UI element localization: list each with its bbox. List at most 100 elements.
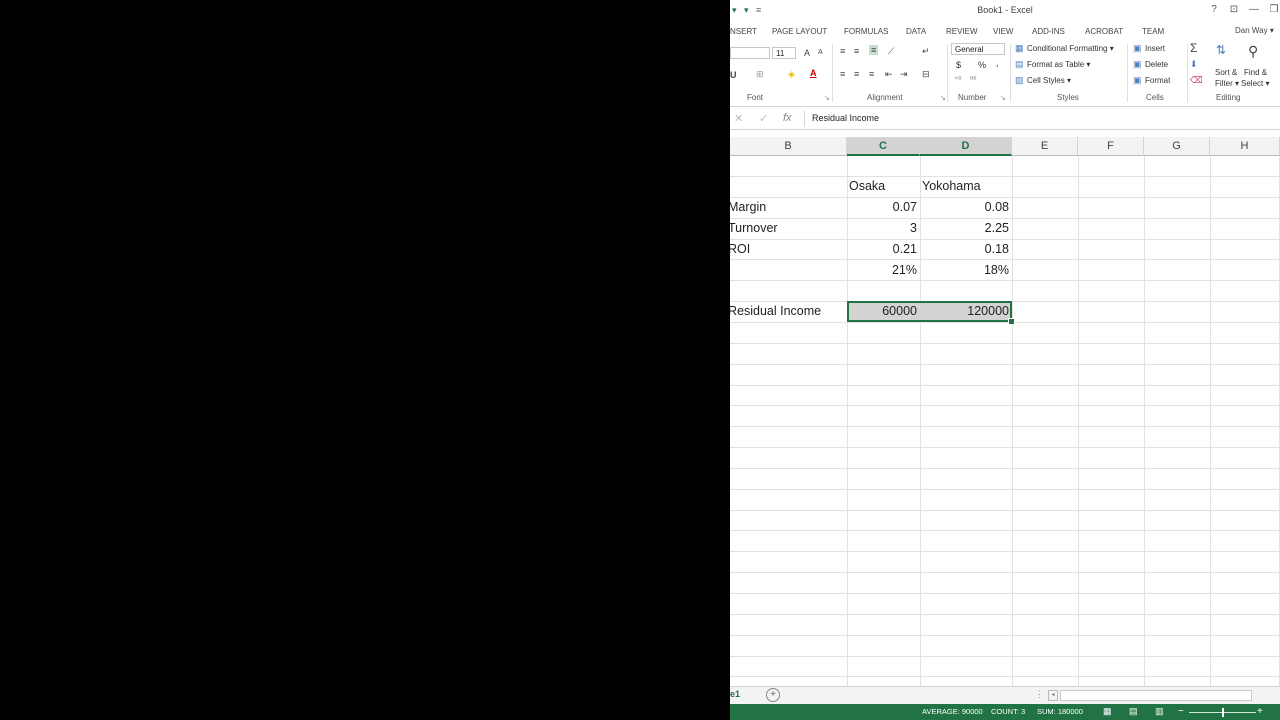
comma-style-button[interactable]: , xyxy=(996,58,999,68)
insert-function-icon[interactable]: fx xyxy=(783,112,792,124)
user-account[interactable]: Dan Way ▾ xyxy=(1235,26,1274,35)
cell-d-roi[interactable]: 0.18 xyxy=(920,239,1012,259)
orientation-icon[interactable]: ⟋ xyxy=(888,46,894,57)
alignment-dialog-launcher-icon[interactable]: ↘ xyxy=(940,94,946,102)
conditional-formatting-button[interactable]: Conditional Formatting ▾ xyxy=(1027,44,1114,53)
align-left-icon[interactable]: ≡ xyxy=(840,69,845,79)
decrease-indent-icon[interactable]: ⇤ xyxy=(885,69,893,80)
autosum-icon[interactable]: Σ xyxy=(1190,41,1197,55)
align-bottom-icon[interactable]: ≡ xyxy=(869,45,879,55)
increase-decimal-button[interactable]: ⁺⁰ xyxy=(954,75,961,84)
zoom-in-button[interactable]: + xyxy=(1257,706,1263,717)
tab-view[interactable]: VIEW xyxy=(993,27,1013,36)
cancel-icon[interactable]: ✕ xyxy=(734,112,743,125)
find-select-label-2[interactable]: Select ▾ xyxy=(1241,79,1269,88)
borders-icon[interactable]: ⊞ xyxy=(756,69,764,80)
shrink-font-icon[interactable]: A xyxy=(818,49,823,56)
font-color-icon[interactable]: A xyxy=(810,68,817,78)
ribbon-display-options-icon[interactable]: ⊡ xyxy=(1227,4,1241,15)
normal-view-icon[interactable]: ▦ xyxy=(1103,706,1112,717)
sort-filter-label-2[interactable]: Filter ▾ xyxy=(1215,79,1239,88)
insert-cells-button[interactable]: Insert xyxy=(1145,44,1165,53)
cell-b-roi[interactable]: ROI xyxy=(730,239,847,259)
zoom-out-button[interactable]: − xyxy=(1178,706,1184,717)
column-header-h[interactable]: H xyxy=(1210,137,1280,156)
cell-b-margin[interactable]: Margin xyxy=(730,197,847,217)
minimize-button[interactable]: — xyxy=(1247,4,1261,15)
number-format-dropdown[interactable]: General xyxy=(951,43,1005,55)
font-dialog-launcher-icon[interactable]: ↘ xyxy=(824,94,830,102)
column-header-f[interactable]: F xyxy=(1078,137,1144,156)
decrease-decimal-button[interactable]: ⁰⁰ xyxy=(970,75,976,84)
column-header-e[interactable]: E xyxy=(1012,137,1078,156)
cell-d-header[interactable]: Yokohama xyxy=(922,176,1012,196)
tab-data[interactable]: DATA xyxy=(906,27,926,36)
format-as-table-button[interactable]: Format as Table ▾ xyxy=(1027,60,1090,69)
cell-d-turnover[interactable]: 2.25 xyxy=(920,218,1012,238)
fill-color-icon[interactable]: ◈ xyxy=(788,69,795,80)
underline-icon[interactable]: U xyxy=(730,70,737,80)
cell-c-roi[interactable]: 0.21 xyxy=(847,239,920,259)
cell-c-residual-income[interactable]: 60000 xyxy=(847,301,920,321)
group-label-number: Number xyxy=(958,93,987,102)
horizontal-scrollbar[interactable] xyxy=(1060,690,1252,701)
formula-input[interactable]: Residual Income xyxy=(812,113,879,123)
wrap-text-icon[interactable]: ↵ xyxy=(922,46,930,57)
cell-styles-button[interactable]: Cell Styles ▾ xyxy=(1027,76,1071,85)
format-as-table-icon: ▤ xyxy=(1015,59,1024,69)
formula-separator xyxy=(804,111,805,127)
column-header-c[interactable]: C xyxy=(847,137,920,156)
cell-d-margin[interactable]: 0.08 xyxy=(920,197,1012,217)
page-layout-view-icon[interactable]: ▤ xyxy=(1129,706,1138,717)
help-icon[interactable]: ? xyxy=(1207,4,1221,15)
font-name-box[interactable] xyxy=(730,47,770,59)
sort-filter-icon: ⇅ xyxy=(1216,43,1227,57)
tab-acrobat[interactable]: ACROBAT xyxy=(1085,27,1123,36)
tab-insert[interactable]: NSERT xyxy=(730,27,757,36)
cell-c-turnover[interactable]: 3 xyxy=(847,218,920,238)
column-header-g[interactable]: G xyxy=(1144,137,1210,156)
align-top-icon[interactable]: ≡ xyxy=(840,46,845,56)
cell-c-roi-percent[interactable]: 21% xyxy=(847,260,920,280)
format-cells-button[interactable]: Format xyxy=(1145,76,1170,85)
column-header-b[interactable]: B xyxy=(730,137,847,156)
group-separator xyxy=(832,44,833,102)
find-select-label-1[interactable]: Find & xyxy=(1244,68,1267,77)
percent-style-button[interactable]: % xyxy=(978,60,986,70)
tab-page-layout[interactable]: PAGE LAYOUT xyxy=(772,27,827,36)
sort-filter-label-1[interactable]: Sort & xyxy=(1215,68,1237,77)
delete-cells-button[interactable]: Delete xyxy=(1145,60,1168,69)
restore-button[interactable]: ❐ xyxy=(1267,4,1280,15)
cell-c-margin[interactable]: 0.07 xyxy=(847,197,920,217)
tab-team[interactable]: TEAM xyxy=(1142,27,1164,36)
enter-icon[interactable]: ✓ xyxy=(759,112,768,125)
number-dialog-launcher-icon[interactable]: ↘ xyxy=(1000,94,1006,102)
cell-d-residual-income[interactable]: 120000 xyxy=(920,301,1012,321)
increase-indent-icon[interactable]: ⇥ xyxy=(900,69,908,80)
align-middle-icon[interactable]: ≡ xyxy=(854,46,859,56)
align-right-icon[interactable]: ≡ xyxy=(869,69,874,79)
tab-review[interactable]: REVIEW xyxy=(946,27,978,36)
font-size-box[interactable]: 11 xyxy=(772,47,796,59)
cell-b-residual-income[interactable]: Residual Income xyxy=(730,301,847,321)
merge-center-icon[interactable]: ⊟ xyxy=(922,69,930,80)
cell-d-roi-percent[interactable]: 18% xyxy=(920,260,1012,280)
page-break-view-icon[interactable]: ▥ xyxy=(1155,706,1164,717)
currency-format-button[interactable]: $ xyxy=(956,60,961,70)
clear-icon[interactable]: ⌫ xyxy=(1190,75,1203,86)
cell-b-turnover[interactable]: Turnover xyxy=(730,218,847,238)
group-label-styles: Styles xyxy=(1057,93,1079,102)
zoom-slider-thumb[interactable] xyxy=(1222,708,1224,717)
sheet-tab-sheet1[interactable]: e1 xyxy=(730,689,740,699)
tab-split-handle-icon[interactable]: ⋮ xyxy=(1035,689,1044,700)
cell-c-header[interactable]: Osaka xyxy=(849,176,920,196)
column-header-d[interactable]: D xyxy=(920,137,1012,156)
scroll-left-icon[interactable]: ◂ xyxy=(1048,690,1058,701)
grow-font-icon[interactable]: A xyxy=(804,48,810,58)
grid-line xyxy=(730,635,1280,636)
add-sheet-button[interactable]: + xyxy=(766,688,780,702)
fill-icon[interactable]: ⬇ xyxy=(1190,59,1198,70)
align-center-icon[interactable]: ≡ xyxy=(854,69,859,79)
tab-add-ins[interactable]: ADD-INS xyxy=(1032,27,1065,36)
tab-formulas[interactable]: FORMULAS xyxy=(844,27,888,36)
